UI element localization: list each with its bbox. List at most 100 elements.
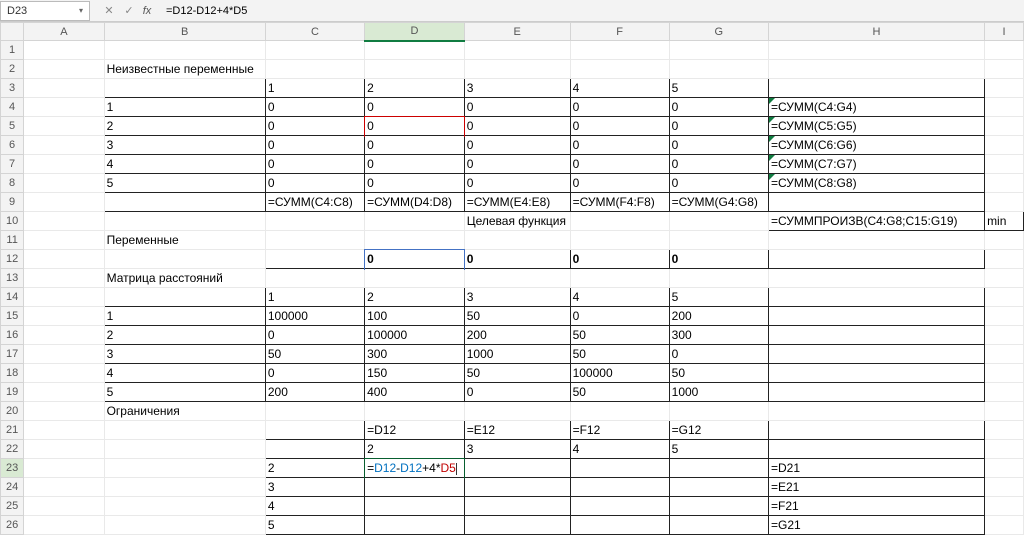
cell[interactable] [24, 402, 104, 421]
cell[interactable]: 300 [365, 345, 465, 364]
row-header[interactable]: 18 [1, 364, 24, 383]
cell[interactable] [104, 212, 265, 231]
cell[interactable]: 3 [464, 288, 570, 307]
cell[interactable] [985, 288, 1024, 307]
cell[interactable] [769, 440, 985, 459]
cell[interactable]: 4 [104, 364, 265, 383]
row-header[interactable]: 22 [1, 440, 24, 459]
cell[interactable]: 0 [570, 307, 669, 326]
row-header[interactable]: 1 [1, 41, 24, 60]
cell[interactable]: 2 [104, 326, 265, 345]
cell[interactable] [265, 269, 364, 288]
cell[interactable]: =СУММ(G4:G8) [669, 193, 768, 212]
cell[interactable]: 0 [570, 174, 669, 193]
cell[interactable] [24, 231, 104, 250]
cell[interactable]: =СУММ(C4:C8) [265, 193, 364, 212]
cell[interactable] [104, 440, 265, 459]
cell[interactable] [24, 497, 104, 516]
col-header-E[interactable]: E [464, 23, 570, 41]
cell[interactable] [24, 79, 104, 98]
cell[interactable]: 3 [464, 440, 570, 459]
cell[interactable] [464, 497, 570, 516]
cell[interactable] [24, 155, 104, 174]
cell[interactable] [669, 516, 768, 535]
cell[interactable] [985, 136, 1024, 155]
cell[interactable]: 50 [570, 345, 669, 364]
cell[interactable]: 5 [265, 516, 364, 535]
cell[interactable] [24, 193, 104, 212]
cell[interactable] [985, 60, 1024, 79]
cell[interactable] [104, 497, 265, 516]
cell[interactable] [669, 231, 768, 250]
cell[interactable]: 0 [265, 155, 364, 174]
cell[interactable]: 0 [669, 117, 768, 136]
col-header-I[interactable]: I [985, 23, 1024, 41]
cell[interactable]: 5 [669, 440, 768, 459]
cell[interactable]: 4 [570, 79, 669, 98]
cell[interactable] [24, 478, 104, 497]
cell[interactable]: 5 [104, 383, 265, 402]
cell[interactable] [769, 60, 985, 79]
cell[interactable]: 150 [365, 364, 465, 383]
cell[interactable]: =СУММ(C7:G7) [769, 155, 985, 174]
cell[interactable] [24, 136, 104, 155]
cell[interactable]: 100000 [570, 364, 669, 383]
cell[interactable]: 2 [265, 459, 364, 478]
cell[interactable]: 4 [570, 288, 669, 307]
cell[interactable] [570, 478, 669, 497]
cell[interactable] [24, 440, 104, 459]
cell[interactable] [365, 269, 465, 288]
cell[interactable] [365, 231, 465, 250]
row-header[interactable]: 11 [1, 231, 24, 250]
cell[interactable] [985, 79, 1024, 98]
cell[interactable]: 0 [265, 98, 364, 117]
cell[interactable] [669, 497, 768, 516]
cell[interactable]: 0 [265, 326, 364, 345]
cell[interactable]: 2 [104, 117, 265, 136]
cell[interactable] [570, 231, 669, 250]
cell[interactable]: 0 [570, 98, 669, 117]
cell[interactable] [104, 79, 265, 98]
cell[interactable]: 0 [265, 364, 364, 383]
cell[interactable]: 300 [669, 326, 768, 345]
cell[interactable] [24, 326, 104, 345]
row-header[interactable]: 17 [1, 345, 24, 364]
cell[interactable] [104, 478, 265, 497]
cell[interactable]: 3 [265, 478, 364, 497]
cell[interactable]: 0 [265, 174, 364, 193]
cell[interactable] [24, 269, 104, 288]
cell[interactable] [669, 402, 768, 421]
cell[interactable]: 0 [464, 117, 570, 136]
cell[interactable] [985, 231, 1024, 250]
cell[interactable] [24, 364, 104, 383]
cell[interactable]: 1 [265, 288, 364, 307]
cell[interactable]: 0 [669, 155, 768, 174]
cell[interactable] [985, 41, 1024, 60]
cell[interactable] [769, 231, 985, 250]
cell[interactable]: 100000 [265, 307, 364, 326]
cell[interactable]: 5 [104, 174, 265, 193]
cell[interactable] [24, 307, 104, 326]
cell[interactable] [365, 402, 465, 421]
cell[interactable] [24, 383, 104, 402]
cell[interactable]: 0 [365, 117, 465, 136]
cell[interactable] [365, 212, 465, 231]
cell[interactable] [24, 516, 104, 535]
formula-bar-input[interactable] [162, 1, 1024, 21]
cell[interactable] [570, 402, 669, 421]
cell[interactable] [24, 345, 104, 364]
cell[interactable]: 100 [365, 307, 465, 326]
cell[interactable] [265, 440, 364, 459]
cell[interactable]: 1 [265, 79, 364, 98]
row-header[interactable]: 5 [1, 117, 24, 136]
cell[interactable]: 100000 [365, 326, 465, 345]
row-header[interactable]: 14 [1, 288, 24, 307]
cell[interactable]: 0 [669, 250, 768, 269]
row-header[interactable]: 12 [1, 250, 24, 269]
cell[interactable]: 4 [265, 497, 364, 516]
cell[interactable] [669, 212, 768, 231]
row-header[interactable]: 9 [1, 193, 24, 212]
cell[interactable] [985, 383, 1024, 402]
cell[interactable]: 50 [570, 326, 669, 345]
cell-editing[interactable]: =D12-D12+4*D5 [365, 459, 465, 478]
